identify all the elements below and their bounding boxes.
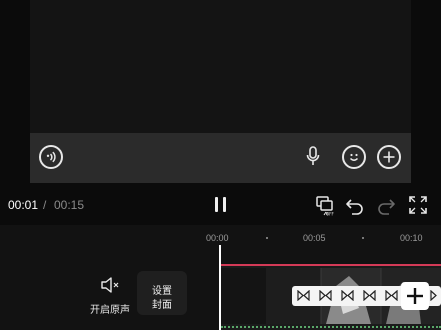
svg-text:OFF: OFF [326,212,334,217]
total-time: 00:15 [54,198,85,212]
add-clip-button[interactable] [401,282,429,310]
mute-original-label: 开启原声 [90,305,130,316]
redo-icon[interactable] [375,194,397,216]
transition-icon[interactable] [297,290,310,301]
transition-icon[interactable] [319,290,332,301]
add-clip-icon [407,288,423,304]
pause-icon [215,197,218,212]
ruler-dot [362,237,364,239]
set-cover-label-line1: 设置 [152,286,172,297]
playback-controls: 00:01 / 00:15 OFF [0,190,441,220]
transition-icon[interactable] [385,290,398,301]
undo-icon[interactable] [344,194,366,216]
ruler-dot [266,237,268,239]
voice-input-icon[interactable] [39,145,63,169]
fullscreen-icon[interactable] [407,194,429,216]
ruler-label: 00:00 [206,233,229,243]
ruler-label: 00:05 [303,233,326,243]
pause-button[interactable] [212,196,230,214]
playhead[interactable] [219,245,221,330]
video-editor-screen: 00:01 / 00:15 OFF 00:00 00:05 00:10 开启原声… [0,0,441,330]
audio-track-line [221,324,441,328]
set-cover-label-line2: 封面 [152,300,172,311]
ruler-label: 00:10 [400,233,423,243]
time-separator: / [43,198,47,212]
speaker-muted-icon [101,277,119,293]
transition-icon[interactable] [341,290,354,301]
screen-off-icon[interactable]: OFF [314,194,336,216]
plus-icon[interactable] [377,145,401,169]
set-cover-button[interactable]: 设置 封面 [137,271,187,315]
transition-icon[interactable] [363,290,376,301]
microphone-icon[interactable] [306,146,320,168]
current-time: 00:01 [8,198,39,212]
comment-input-bar [30,133,411,183]
mute-original-sound-button[interactable]: 开启原声 [88,276,132,316]
preview-canvas [30,0,411,133]
emoji-icon[interactable] [342,145,366,169]
video-preview[interactable] [30,0,411,183]
transition-icon[interactable] [430,290,441,301]
